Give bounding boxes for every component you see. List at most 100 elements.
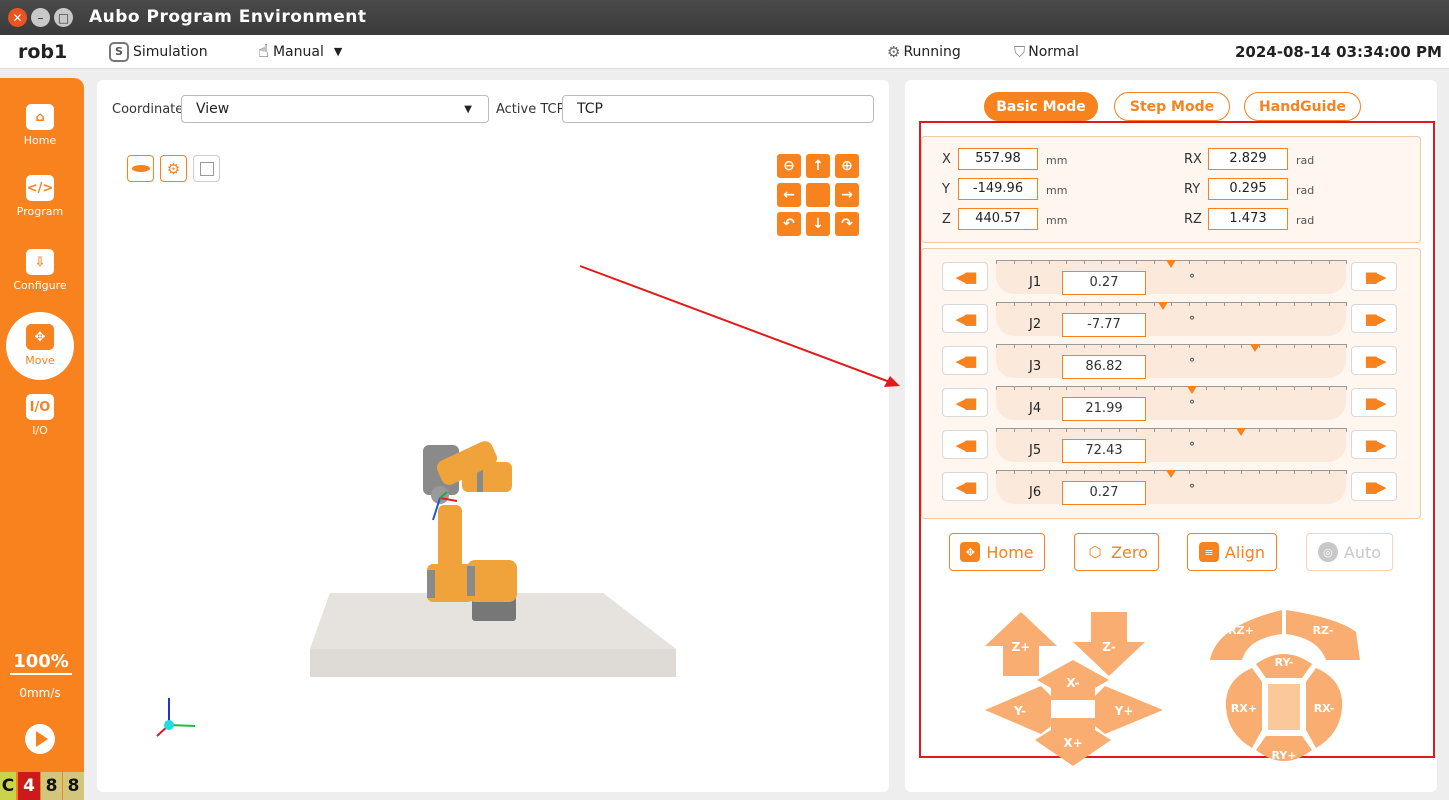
step-mode-tab[interactable]: Step Mode	[1114, 92, 1230, 121]
play-icon	[35, 731, 48, 747]
joint-4-position-marker	[1187, 386, 1197, 394]
jog-panel: Basic Mode Step Mode HandGuide X 557.98 …	[905, 80, 1437, 792]
joint-unit: °	[1189, 482, 1195, 496]
pose-axis-label: X	[942, 152, 951, 167]
pose-unit: mm	[1046, 214, 1068, 227]
pose-y-value[interactable]: -149.96	[958, 178, 1038, 200]
home-position-icon: ✥	[960, 542, 981, 562]
jog-right-icon: ▮▮▶	[1364, 477, 1386, 496]
joint-2-plus-button[interactable]: ▮▮▶	[1351, 304, 1397, 333]
joint-4-minus-button[interactable]: ◀▮▮	[942, 388, 988, 417]
joint-3-minus-button[interactable]: ◀▮▮	[942, 346, 988, 375]
pose-ry-value[interactable]: 0.295	[1208, 178, 1288, 200]
robot-scene	[156, 441, 676, 737]
cube-icon: ⬡	[1088, 543, 1102, 561]
tcp-pose-box: X 557.98 mm Y -149.96 mm Z 440.57 mm RX …	[921, 136, 1421, 243]
pose-rz-value[interactable]: 1.473	[1208, 208, 1288, 230]
pose-z-value[interactable]: 440.57	[958, 208, 1038, 230]
joint-4-plus-button[interactable]: ▮▮▶	[1351, 388, 1397, 417]
joint-unit: °	[1189, 398, 1195, 412]
status-bar: rob1 S Simulation ☝ Manual ▼ ⚙ Running ⛉…	[0, 35, 1449, 69]
pose-x-value[interactable]: 557.98	[958, 148, 1038, 170]
joint-5-slider[interactable]	[996, 428, 1347, 462]
pose-rx-value[interactable]: 2.829	[1208, 148, 1288, 170]
robot-lower-arm	[438, 505, 462, 569]
joint-1-minus-button[interactable]: ◀▮▮	[942, 262, 988, 291]
jog-right-icon: ▮▮▶	[1364, 267, 1386, 286]
status-badge: 8	[63, 772, 84, 800]
joint-3-value[interactable]: 86.82	[1062, 355, 1146, 379]
translate-jog-pad[interactable]: Z+ Z- X- Y- Y+ X+	[981, 608, 1171, 768]
jog-z-minus-label: Z-	[1102, 640, 1115, 654]
safety-state-label: Normal	[1028, 43, 1079, 60]
pose-unit: mm	[1046, 154, 1068, 167]
joint-6-value[interactable]: 0.27	[1062, 481, 1146, 505]
home-button[interactable]: ✥ Home	[949, 533, 1045, 571]
joint-5-value[interactable]: 72.43	[1062, 439, 1146, 463]
auto-button: ◎ Auto	[1306, 533, 1393, 571]
joint-2-value[interactable]: -7.77	[1062, 313, 1146, 337]
joint-3-plus-button[interactable]: ▮▮▶	[1351, 346, 1397, 375]
joint-5-minus-button[interactable]: ◀▮▮	[942, 430, 988, 459]
pose-unit: rad	[1296, 154, 1315, 167]
joint-5-plus-button[interactable]: ▮▮▶	[1351, 430, 1397, 459]
zero-button[interactable]: ⬡ Zero	[1074, 533, 1159, 571]
joint-4-value[interactable]: 21.99	[1062, 397, 1146, 421]
tcp-speed: 0mm/s	[19, 686, 61, 700]
sidebar-item-configure[interactable]: ⇩ Configure	[0, 249, 80, 292]
status-badge: 4	[18, 772, 40, 800]
sidebar-item-move[interactable]: ✥ Move	[6, 312, 74, 380]
code-icon: </>	[26, 175, 54, 201]
jog-right-icon: ▮▮▶	[1364, 351, 1386, 370]
sidebar-item-label: Home	[23, 134, 57, 147]
jog-rx-plus-label: RX+	[1231, 702, 1257, 715]
basic-mode-tab[interactable]: Basic Mode	[984, 92, 1098, 121]
joint-1-plus-button[interactable]: ▮▮▶	[1351, 262, 1397, 291]
joint-name: J4	[1029, 401, 1042, 416]
manual-mode-dropdown[interactable]: ☝ Manual ▼	[258, 35, 342, 68]
joint-2-slider[interactable]	[996, 302, 1347, 336]
joint-name: J3	[1029, 359, 1042, 374]
play-button[interactable]	[25, 724, 55, 754]
jog-right-icon: ▮▮▶	[1364, 435, 1386, 454]
joint-4-slider[interactable]	[996, 386, 1347, 420]
simulation-viewport[interactable]: Coordinate View ▼ Active TCP TCP ⚙ ⊖ ↑ ⊕…	[97, 80, 889, 792]
pose-unit: rad	[1296, 214, 1315, 227]
handguide-tab[interactable]: HandGuide	[1244, 92, 1361, 121]
download-book-icon: ⇩	[26, 249, 54, 275]
minimize-window-icon[interactable]: –	[31, 8, 50, 27]
sidebar-item-label: Move	[25, 354, 55, 367]
speed-percent[interactable]: 100%	[10, 651, 72, 675]
sidebar-item-program[interactable]: </> Program	[0, 175, 80, 218]
joint-name: J1	[1029, 275, 1042, 290]
jog-z-plus-label: Z+	[1012, 640, 1031, 654]
align-button-label: Align	[1224, 542, 1266, 562]
joint-3-slider[interactable]	[996, 344, 1347, 378]
pose-axis-label: RX	[1184, 152, 1202, 167]
joint-2-minus-button[interactable]: ◀▮▮	[942, 304, 988, 333]
joint-3-position-marker	[1250, 344, 1261, 352]
joint-unit: °	[1189, 314, 1195, 328]
jog-rx-minus-label: RX-	[1314, 702, 1335, 715]
joint-6-minus-button[interactable]: ◀▮▮	[942, 472, 988, 501]
maximize-window-icon[interactable]: □	[54, 8, 73, 27]
joint-6-plus-button[interactable]: ▮▮▶	[1351, 472, 1397, 501]
align-button[interactable]: ≡ Align	[1187, 533, 1277, 571]
simulation-mode-button[interactable]: S Simulation	[109, 35, 208, 68]
jog-left-icon: ◀▮▮	[955, 309, 977, 328]
joint-1-value[interactable]: 0.27	[1062, 271, 1146, 295]
jog-left-icon: ◀▮▮	[955, 393, 977, 412]
sidebar-item-io[interactable]: I/O I/O	[0, 394, 80, 437]
chevron-down-icon: ▼	[333, 45, 343, 58]
sidebar-item-label: I/O	[32, 424, 48, 437]
joint-name: J5	[1029, 443, 1042, 458]
rotate-jog-pad[interactable]: RZ+ RZ- RY- RX+ RX- RY+	[1208, 608, 1362, 768]
jog-x-plus-label: X+	[1063, 736, 1082, 750]
auto-icon: ◎	[1317, 542, 1338, 562]
sidebar-item-label: Program	[16, 205, 64, 218]
close-window-icon[interactable]: ✕	[8, 8, 27, 27]
pose-axis-label: RZ	[1184, 212, 1202, 227]
title-bar: ✕ – □ Aubo Program Environment	[0, 0, 1449, 35]
sidebar-item-home[interactable]: ⌂ Home	[0, 104, 80, 147]
robot-flange	[431, 486, 449, 504]
